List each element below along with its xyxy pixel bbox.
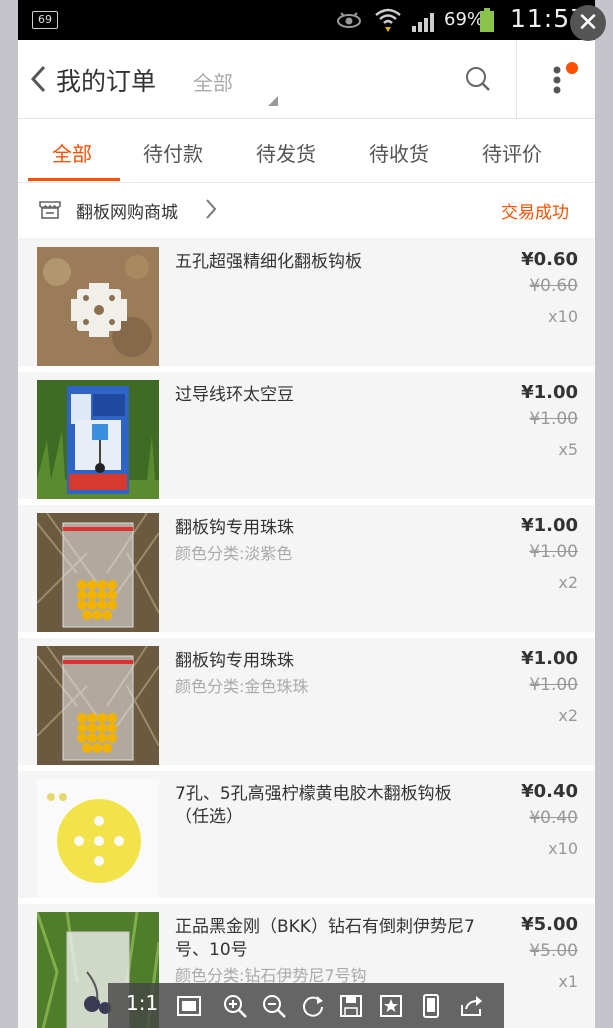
product-title: 翻板钩专用珠珠 颜色分类:金色珠珠: [175, 650, 475, 698]
frame-left: [0, 0, 18, 1028]
signal-icon: [412, 13, 434, 32]
page-title: 我的订单: [56, 67, 157, 96]
image-viewer-toolbar: 1:1: [108, 983, 504, 1028]
quantity: x10: [548, 307, 578, 326]
original-price: ¥1.00: [529, 542, 578, 562]
rotate-icon[interactable]: [300, 993, 326, 1019]
actual-size-button[interactable]: 1:1: [126, 991, 158, 1015]
order-status: 交易成功: [501, 203, 569, 223]
product-spec: 颜色分类:金色珠珠: [175, 677, 309, 696]
order-item[interactable]: 7孔、5孔高强柠檬黄电胶木翻板钩板（任选） ¥0.40 ¥0.40 x10: [18, 771, 595, 900]
product-thumbnail: [37, 247, 159, 368]
save-icon[interactable]: [338, 993, 364, 1019]
quantity: x5: [558, 440, 578, 459]
tab-pending-payment[interactable]: 待付款: [143, 138, 203, 167]
quantity: x2: [558, 573, 578, 592]
fit-screen-icon[interactable]: [176, 993, 202, 1019]
shop-name[interactable]: 翻板网购商城: [76, 198, 178, 223]
tab-pending-review[interactable]: 待评价: [482, 138, 542, 167]
product-price: ¥0.60: [521, 249, 578, 270]
eye-icon: [337, 12, 361, 28]
product-thumbnail: [37, 779, 159, 900]
quantity: x1: [558, 972, 578, 991]
original-price: ¥0.60: [529, 276, 578, 296]
order-item[interactable]: 过导线环太空豆 ¥1.00 ¥1.00 x5: [18, 372, 595, 501]
item-separator: [18, 765, 595, 771]
chevron-right-icon: [206, 199, 217, 219]
product-title: 7孔、5孔高强柠檬黄电胶木翻板钩板（任选）: [175, 784, 452, 827]
order-item[interactable]: 翻板钩专用珠珠 颜色分类:金色珠珠 ¥1.00 ¥1.00 x2: [18, 638, 595, 767]
product-thumbnail: [37, 513, 159, 634]
quantity: x2: [558, 706, 578, 725]
favorite-star-icon[interactable]: [378, 993, 404, 1019]
phone-frame-icon[interactable]: [418, 993, 444, 1019]
item-separator: [18, 366, 595, 372]
order-item[interactable]: 翻板钩专用珠珠 颜色分类:淡紫色 ¥1.00 ¥1.00 x2: [18, 505, 595, 634]
shop-header[interactable]: 翻板网购商城 交易成功: [18, 183, 595, 238]
app-header: 我的订单 全部: [18, 40, 595, 119]
original-price: ¥0.40: [529, 808, 578, 828]
product-price: ¥1.00: [521, 648, 578, 669]
item-separator: [18, 898, 595, 904]
shop-icon: [39, 201, 61, 219]
header-divider: [516, 40, 517, 118]
product-title: 五孔超强精细化翻板钩板: [175, 252, 362, 272]
original-price: ¥5.00: [529, 941, 578, 961]
status-bar: 69 69% 11:57: [18, 0, 595, 40]
original-price: ¥1.00: [529, 409, 578, 429]
product-thumbnail: [37, 646, 159, 767]
order-item[interactable]: 五孔超强精细化翻板钩板 ¥0.60 ¥0.60 x10: [18, 239, 595, 368]
product-price: ¥5.00: [521, 914, 578, 935]
tab-pending-receipt[interactable]: 待收货: [369, 138, 429, 167]
zoom-out-icon[interactable]: [261, 993, 287, 1019]
wifi-icon: [375, 8, 401, 32]
product-price: ¥0.40: [521, 781, 578, 802]
product-price: ¥1.00: [521, 515, 578, 536]
zoom-in-icon[interactable]: [222, 993, 248, 1019]
close-viewer-button[interactable]: ✕: [570, 5, 606, 41]
product-title: 正品黑金刚（BKK）钻石有倒刺伊势尼7号、10号 颜色分类:钻石伊势尼7号钩: [175, 917, 475, 985]
tab-all[interactable]: 全部: [52, 138, 92, 167]
share-icon[interactable]: [458, 993, 484, 1019]
active-tab-underline: [28, 178, 120, 181]
search-icon[interactable]: [465, 66, 491, 92]
battery-percent: 69%: [444, 9, 485, 30]
product-thumbnail: [37, 380, 159, 501]
battery-icon: [480, 8, 494, 32]
tab-pending-shipment[interactable]: 待发货: [256, 138, 316, 167]
original-price: ¥1.00: [529, 675, 578, 695]
notification-badge: 69: [32, 11, 58, 29]
dropdown-triangle-icon: [268, 96, 278, 106]
order-filter-dropdown[interactable]: 全部: [193, 67, 233, 96]
product-title: 翻板钩专用珠珠 颜色分类:淡紫色: [175, 517, 475, 565]
item-separator: [18, 499, 595, 505]
back-arrow-icon[interactable]: [28, 64, 50, 94]
quantity: x10: [548, 839, 578, 858]
item-separator: [18, 632, 595, 638]
frame-right: [595, 0, 613, 1028]
order-tabs: 全部 待付款 待发货 待收货 待评价: [18, 119, 595, 183]
product-spec: 颜色分类:淡紫色: [175, 544, 293, 563]
more-menu-icon[interactable]: [546, 60, 582, 100]
phone-screen: 69 69% 11:57 我的订单 全部 全部 待付款 待发货 待收货 待评价 …: [18, 0, 595, 1028]
product-title: 过导线环太空豆: [175, 385, 294, 405]
product-price: ¥1.00: [521, 382, 578, 403]
